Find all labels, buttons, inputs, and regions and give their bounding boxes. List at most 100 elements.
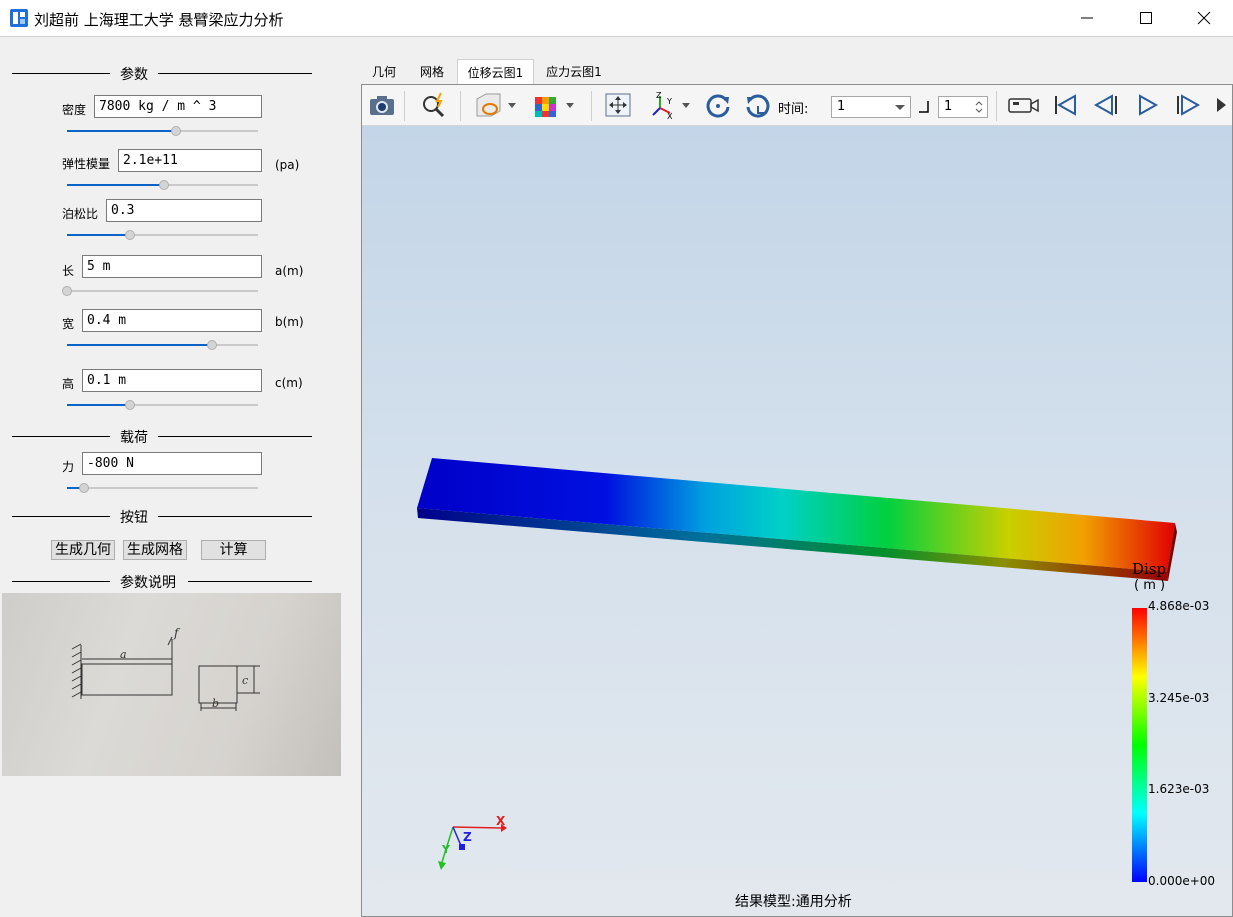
prev-frame-icon: [1093, 94, 1117, 116]
clip-plane-button[interactable]: [474, 91, 520, 119]
tab-mesh[interactable]: 网格: [408, 59, 456, 84]
param-label-poisson: 泊松比: [62, 207, 99, 221]
time-select[interactable]: 1: [831, 96, 911, 118]
section-buttons: 按钮: [12, 508, 312, 526]
viewer-toolbar: Z Y X 时间: 1 1: [362, 85, 1232, 126]
axis-z-label: Z: [463, 830, 472, 844]
length-slider[interactable]: [62, 286, 258, 296]
section-load: 载荷: [12, 428, 312, 446]
param-label-width: 宽: [62, 317, 75, 331]
first-frame-icon: [1055, 94, 1076, 116]
next-frame-button[interactable]: [1174, 91, 1202, 119]
render-canvas[interactable]: X Y Z Disp ( m ) 4.868e-03 3.245e-03 1.6…: [362, 126, 1232, 916]
force-slider[interactable]: [67, 483, 258, 493]
legend-tick-min: 0.000e+00: [1148, 874, 1216, 888]
time-label: 时间:: [778, 102, 809, 117]
rotate-ccw-button[interactable]: [744, 91, 772, 119]
record-button[interactable]: [1007, 91, 1041, 119]
modulus-unit: (pa): [275, 158, 300, 172]
minimize-icon: [1081, 17, 1093, 19]
length-unit: a(m): [275, 264, 304, 278]
play-button[interactable]: [1134, 91, 1162, 119]
maximize-icon: [1140, 12, 1152, 24]
param-label-length: 长: [62, 264, 75, 278]
section-params: 参数: [12, 65, 312, 83]
parameter-sketch-image: a b c f: [2, 593, 341, 776]
section-explain: 参数说明: [12, 573, 312, 591]
sketch-label-c: c: [242, 674, 248, 687]
parameter-panel: 参数 密度 7800 kg / m ^ 3 弹性模量 2.1e+11 (pa) …: [0, 38, 358, 917]
svg-text:Y: Y: [666, 97, 672, 106]
title-bar: 刘超前 上海理工大学 悬臂梁应力分析: [0, 0, 1233, 37]
beam-model: X Y Z: [417, 458, 1177, 882]
section-explain-title: 参数说明: [120, 575, 176, 591]
length-input[interactable]: 5 m: [82, 255, 262, 278]
maximize-button[interactable]: [1117, 0, 1175, 36]
height-input[interactable]: 0.1 m: [82, 369, 262, 392]
minimize-button[interactable]: [1058, 0, 1116, 36]
param-label-height: 高: [62, 377, 75, 391]
sketch-label-f: f: [173, 626, 181, 640]
result-viewer: Z Y X 时间: 1 1 X Y Z Disp (m) 4.868e-03…: [361, 84, 1233, 917]
legend-tick-max: 4.868e-03: [1148, 599, 1210, 613]
step-spinbox-value: 1: [944, 99, 953, 114]
last-frame-button[interactable]: [1214, 91, 1230, 119]
tab-displacement[interactable]: 位移云图1: [457, 59, 534, 84]
result-model-status: 结果模型:通用分析: [735, 894, 852, 910]
generate-mesh-button[interactable]: 生成网格: [123, 540, 187, 560]
window-title: 刘超前 上海理工大学 悬臂梁应力分析: [34, 11, 284, 29]
close-button[interactable]: [1175, 0, 1233, 36]
rotate-cw-button[interactable]: [704, 91, 732, 119]
last-frame-icon: [1217, 98, 1226, 112]
step-spinbox[interactable]: 1: [938, 96, 988, 118]
width-slider[interactable]: [67, 340, 258, 350]
camera-icon: [370, 96, 394, 115]
generate-geometry-button[interactable]: 生成几何: [51, 540, 115, 560]
tab-geometry[interactable]: 几何: [362, 59, 406, 84]
axes-view-icon: Z Y X: [652, 91, 690, 121]
legend-tick-2: 3.245e-03: [1148, 691, 1210, 705]
param-label-density: 密度: [62, 103, 87, 117]
section-load-title: 载荷: [120, 430, 148, 446]
step-icon: [919, 101, 929, 113]
close-icon: [1197, 11, 1211, 25]
height-unit: c(m): [275, 376, 303, 390]
height-slider[interactable]: [67, 400, 258, 410]
density-slider[interactable]: [67, 126, 258, 136]
svg-text:Z: Z: [656, 91, 662, 100]
svg-text:X: X: [667, 112, 673, 119]
legend-title: Disp: [1132, 560, 1167, 578]
width-input[interactable]: 0.4 m: [82, 309, 262, 332]
modulus-slider[interactable]: [67, 180, 258, 190]
query-icon: [423, 92, 445, 118]
sketch-label-a: a: [120, 648, 127, 661]
legend-tick-1: 1.623e-03: [1148, 782, 1210, 796]
color-legend-bar: [1132, 608, 1147, 882]
tab-stress[interactable]: 应力云图1: [536, 59, 612, 84]
section-params-title: 参数: [120, 67, 148, 83]
param-label-force: 力: [62, 460, 75, 474]
modulus-input[interactable]: 2.1e+11: [118, 149, 262, 172]
density-input[interactable]: 7800 kg / m ^ 3: [94, 95, 262, 118]
display-style-icon: [535, 97, 574, 117]
compute-button[interactable]: 计算: [201, 540, 266, 560]
query-button[interactable]: [420, 91, 448, 119]
fit-view-button[interactable]: [604, 91, 632, 119]
fit-view-icon: [605, 93, 631, 117]
force-input[interactable]: -800 N: [82, 452, 262, 475]
play-icon: [1139, 94, 1159, 116]
axis-y-label: Y: [441, 843, 451, 856]
app-icon: [10, 9, 28, 27]
poisson-slider[interactable]: [67, 230, 258, 240]
rotate-ccw-icon: [746, 94, 770, 118]
axis-x-label: X: [496, 814, 506, 828]
axes-view-button[interactable]: Z Y X: [648, 91, 694, 121]
section-buttons-title: 按钮: [120, 510, 148, 526]
prev-frame-button[interactable]: [1092, 91, 1120, 119]
screenshot-button[interactable]: [368, 91, 396, 119]
first-frame-button[interactable]: [1052, 91, 1080, 119]
legend-unit: ( m ): [1134, 578, 1166, 593]
poisson-input[interactable]: 0.3: [106, 199, 262, 222]
display-style-button[interactable]: [532, 91, 578, 119]
rotate-cw-icon: [706, 94, 730, 118]
